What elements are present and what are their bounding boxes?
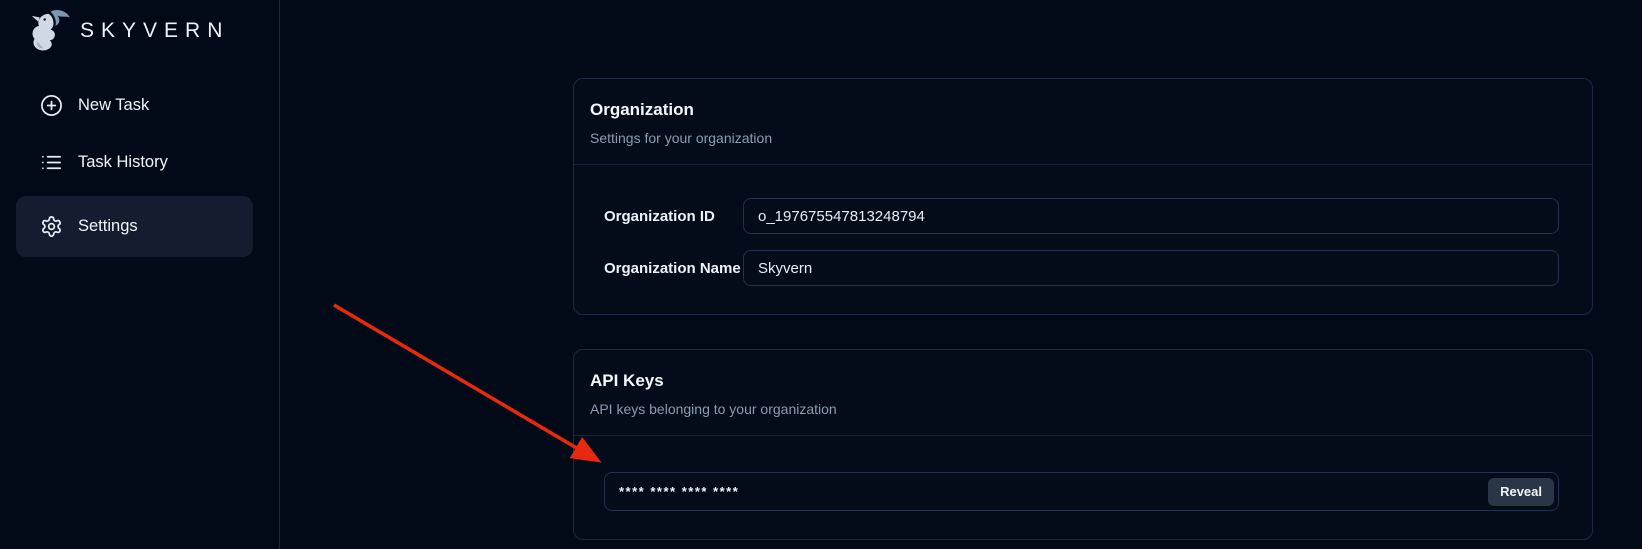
api-keys-card: API Keys API keys belonging to your orga… — [573, 349, 1593, 540]
api-keys-card-title: API Keys — [590, 371, 1576, 391]
sidebar-item-label: Settings — [78, 217, 138, 236]
sidebar-item-label: Task History — [78, 153, 168, 172]
list-icon — [40, 151, 63, 174]
organization-id-label: Organization ID — [604, 208, 743, 225]
organization-card-body: Organization ID Organization Name — [574, 165, 1592, 316]
sidebar-item-settings[interactable]: Settings — [16, 196, 253, 257]
api-key-field-wrap: Reveal — [604, 472, 1559, 511]
organization-id-input[interactable] — [743, 198, 1559, 234]
sidebar-nav: New Task Task History Settings — [16, 89, 253, 257]
circle-plus-icon — [40, 94, 63, 117]
organization-name-input[interactable] — [743, 250, 1559, 286]
organization-card-header: Organization Settings for your organizat… — [574, 79, 1592, 165]
organization-name-row: Organization Name — [604, 250, 1559, 286]
organization-name-label: Organization Name — [604, 260, 743, 277]
organization-card: Organization Settings for your organizat… — [573, 78, 1593, 315]
organization-id-row: Organization ID — [604, 198, 1559, 234]
sidebar-item-label: New Task — [78, 96, 149, 115]
organization-card-subtitle: Settings for your organization — [590, 130, 1576, 146]
api-keys-card-subtitle: API keys belonging to your organization — [590, 401, 1576, 417]
sidebar: SKYVERN New Task Task History — [0, 0, 280, 549]
dragon-logo-icon — [26, 8, 72, 54]
sidebar-item-new-task[interactable]: New Task — [16, 89, 253, 121]
reveal-button[interactable]: Reveal — [1488, 478, 1554, 506]
api-keys-card-header: API Keys API keys belonging to your orga… — [574, 350, 1592, 436]
api-keys-card-body: Reveal — [574, 436, 1592, 541]
gear-icon — [40, 215, 63, 238]
app-logo: SKYVERN — [0, 0, 279, 57]
sidebar-item-task-history[interactable]: Task History — [16, 146, 253, 178]
organization-card-title: Organization — [590, 100, 1576, 120]
api-key-masked-input[interactable] — [604, 472, 1559, 511]
brand-name: SKYVERN — [80, 19, 229, 43]
